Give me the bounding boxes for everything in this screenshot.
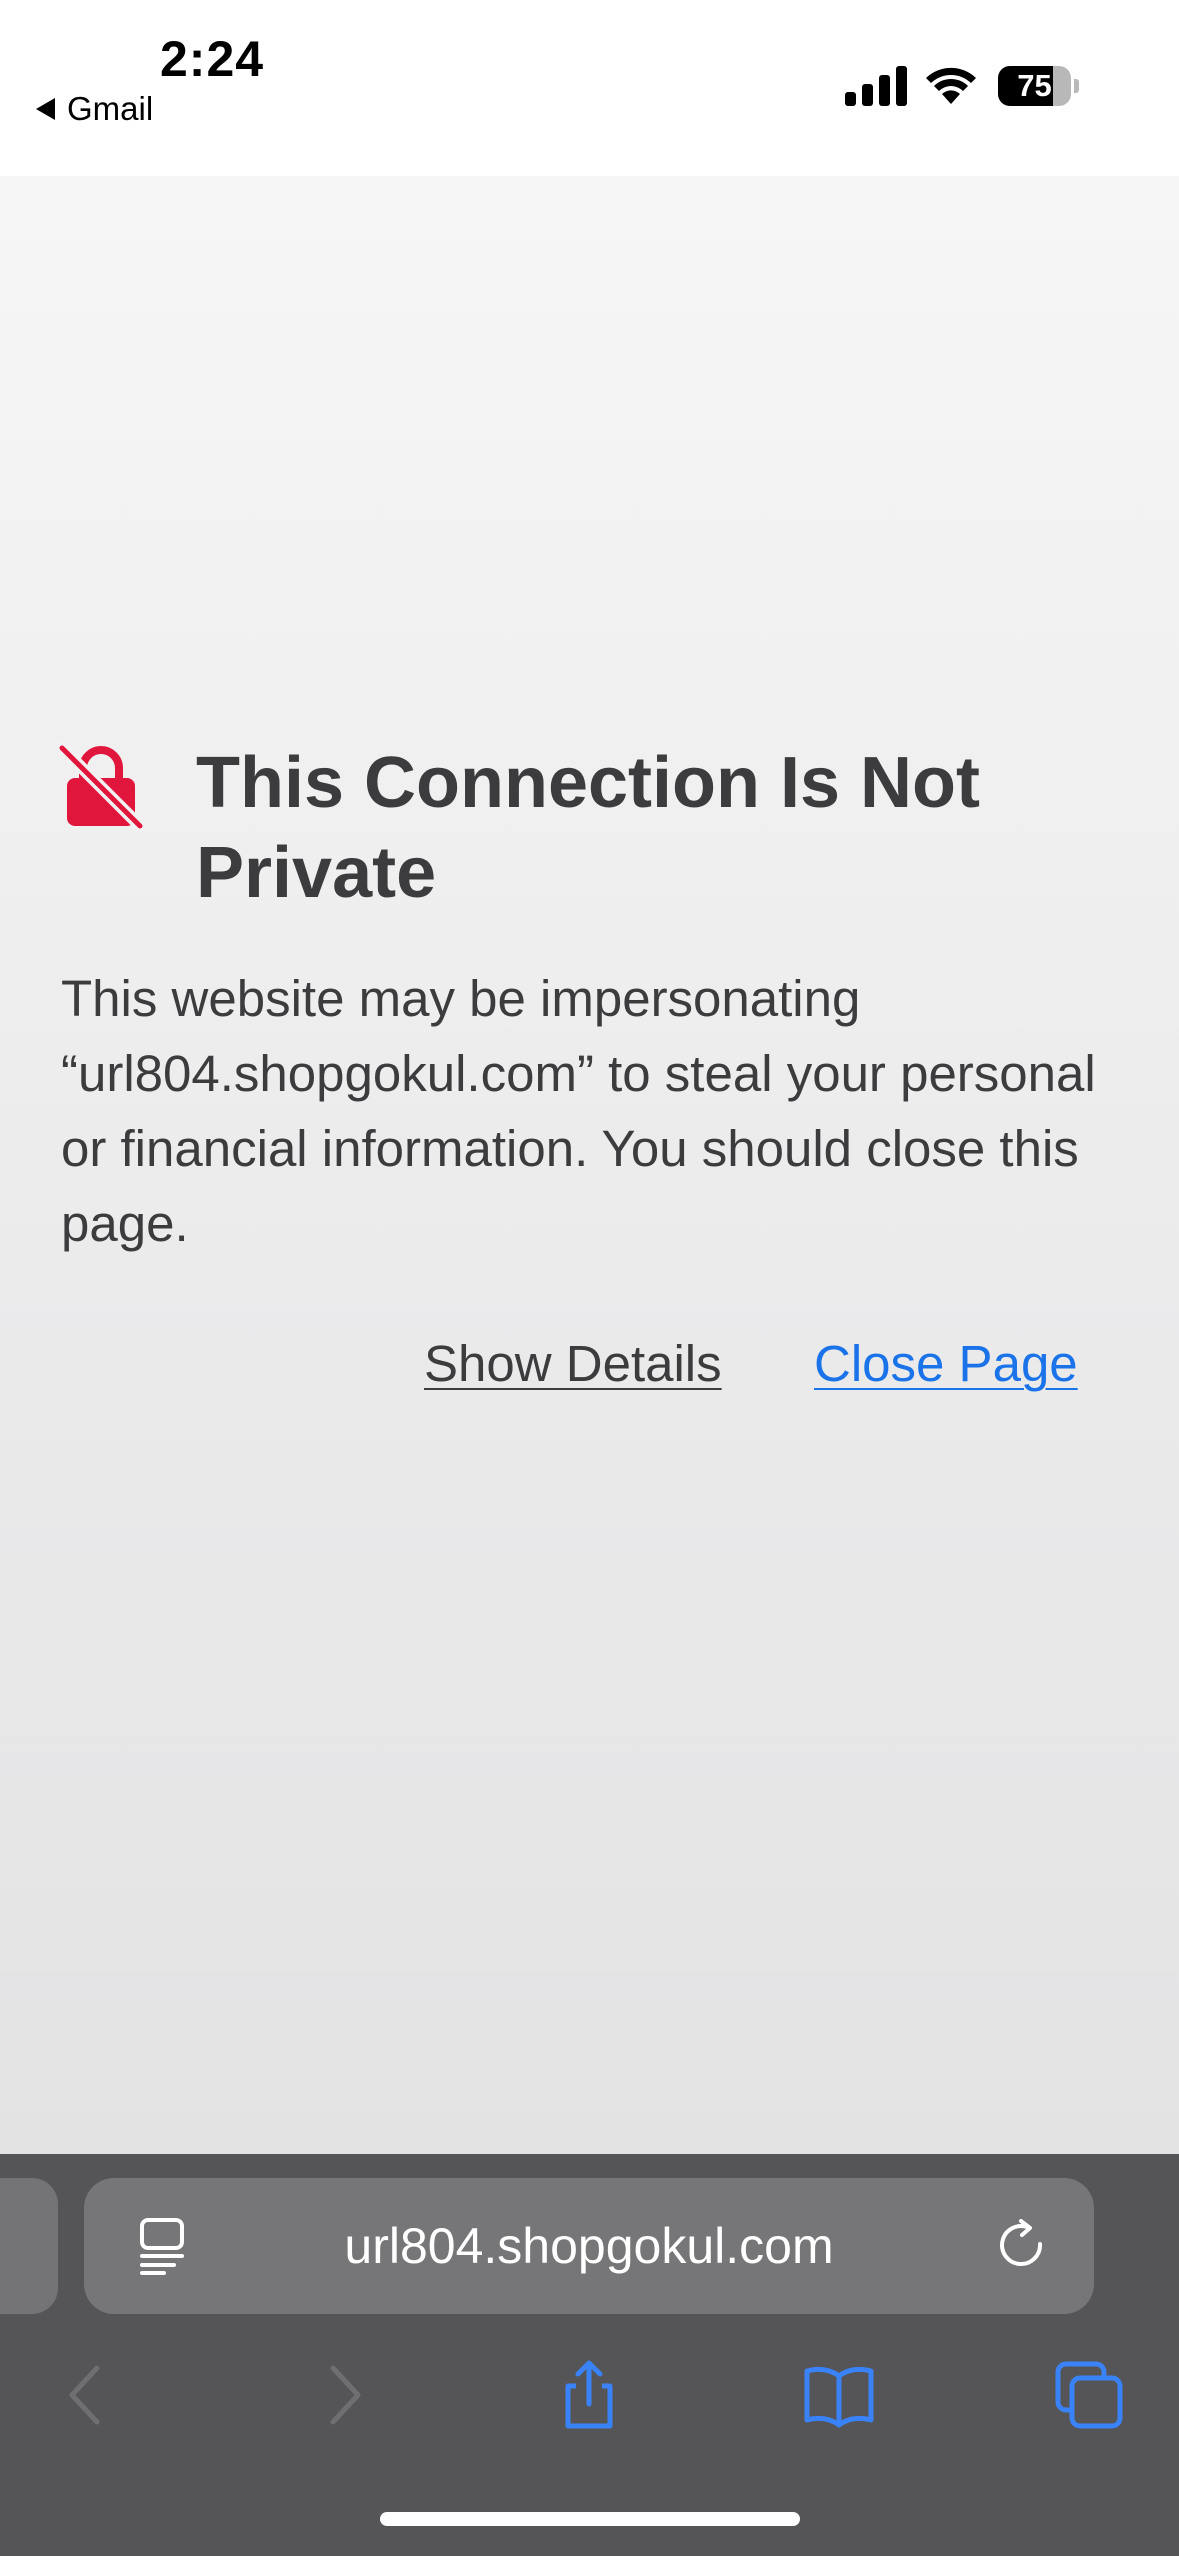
status-time: 2:24 [160,31,265,87]
battery-percent: 75 [1017,68,1052,103]
battery-cap [1074,79,1079,93]
previous-tab-preview[interactable] [0,2178,58,2314]
home-indicator[interactable] [380,2512,800,2526]
warning-title: This Connection Is Not Private [196,743,980,913]
warning-message: This website may be impersonating “url80… [61,970,1096,1252]
back-to-app-button[interactable]: Gmail [36,90,153,128]
lock-slash-icon [58,742,144,830]
battery-body: 75 [998,66,1071,106]
warning-page: This Connection Is Not Private This webs… [0,176,1179,2154]
share-icon[interactable] [554,2360,624,2430]
close-page-link[interactable]: Close Page [814,1326,1078,1401]
back-icon[interactable] [52,2360,122,2430]
cellular-signal-icon [845,66,907,106]
show-details-link[interactable]: Show Details [424,1326,722,1401]
forward-icon[interactable] [308,2360,378,2430]
url-text[interactable]: url804.shopgokul.com [84,2178,1094,2314]
wifi-icon [926,67,976,104]
safari-bottom-bar: url804.shopgokul.com [0,2154,1179,2556]
back-app-label: Gmail [67,90,154,127]
reload-icon[interactable] [994,2218,1050,2274]
back-triangle-icon [36,98,55,120]
tabs-icon[interactable] [1054,2360,1124,2430]
address-bar[interactable]: url804.shopgokul.com [84,2178,1094,2314]
status-bar: 2:24 Gmail 75 [0,0,1179,176]
bookmarks-icon[interactable] [804,2360,874,2430]
battery-indicator: 75 [998,66,1080,106]
